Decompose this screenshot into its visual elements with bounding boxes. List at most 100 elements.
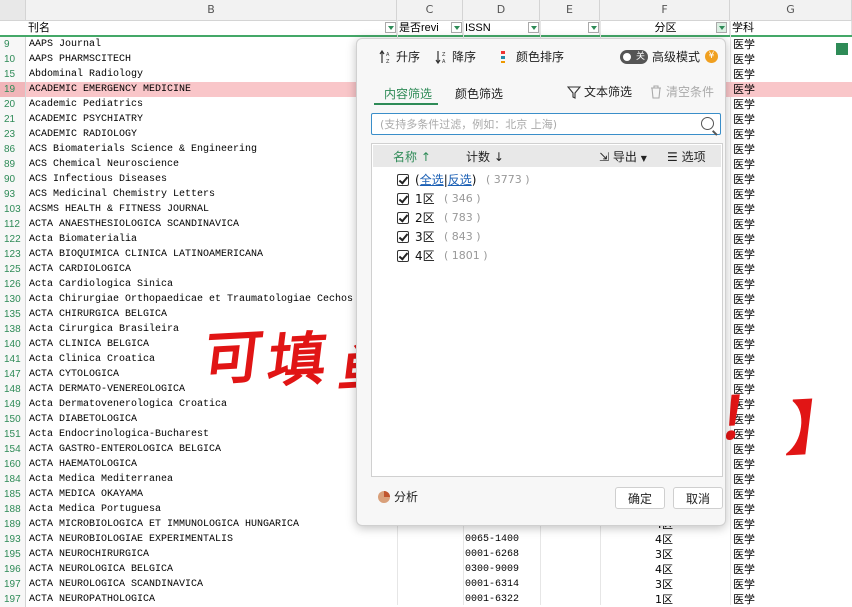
row-number[interactable]: 140: [0, 337, 26, 352]
journal-name-cell[interactable]: Academic Pediatrics: [29, 97, 359, 112]
journal-name-cell[interactable]: ACTA NEUROCHIRURGICA: [29, 547, 359, 562]
subject-cell[interactable]: 医学: [733, 577, 773, 592]
subject-cell[interactable]: 医学: [733, 427, 773, 442]
options-button[interactable]: ☰ 选项: [667, 148, 706, 165]
subject-cell[interactable]: 医学: [733, 442, 773, 457]
row-number[interactable]: 151: [0, 427, 26, 442]
journal-name-cell[interactable]: ACTA DERMATO-VENEREOLOGICA: [29, 382, 359, 397]
zone-cell[interactable]: 3区: [655, 547, 675, 562]
subject-cell[interactable]: 医学: [733, 412, 773, 427]
row-number[interactable]: 184: [0, 472, 26, 487]
row-number[interactable]: 126: [0, 277, 26, 292]
subject-cell[interactable]: 医学: [733, 337, 773, 352]
column-header-c[interactable]: C: [397, 0, 463, 20]
subject-cell[interactable]: 医学: [733, 517, 773, 532]
row-number[interactable]: 112: [0, 217, 26, 232]
subject-cell[interactable]: 医学: [733, 187, 773, 202]
filter-search-input[interactable]: [380, 116, 690, 132]
subject-cell[interactable]: 医学: [733, 472, 773, 487]
journal-name-cell[interactable]: Acta Medica Portuguesa: [29, 502, 359, 517]
row-number[interactable]: 122: [0, 232, 26, 247]
filter-dropdown-e[interactable]: [588, 22, 599, 33]
journal-name-cell[interactable]: Acta Cardiologica Sinica: [29, 277, 359, 292]
subject-cell[interactable]: 医学: [733, 292, 773, 307]
sort-descending-button[interactable]: ZA 降序: [435, 48, 476, 66]
journal-name-cell[interactable]: ACS Chemical Neuroscience: [29, 157, 359, 172]
row-number[interactable]: 160: [0, 457, 26, 472]
checkbox[interactable]: [397, 250, 409, 262]
journal-name-cell[interactable]: AAPS Journal: [29, 37, 359, 52]
row-number[interactable]: 15: [0, 67, 26, 82]
subject-cell[interactable]: 医学: [733, 457, 773, 472]
row-number[interactable]: 195: [0, 547, 26, 562]
row-number[interactable]: 9: [0, 37, 26, 52]
subject-cell[interactable]: 医学: [733, 487, 773, 502]
zone-cell[interactable]: 4区: [655, 532, 675, 547]
color-sort-button[interactable]: 颜色排序: [499, 48, 564, 66]
journal-name-cell[interactable]: ACTA MEDICA OKAYAMA: [29, 487, 359, 502]
journal-name-cell[interactable]: ACSMS HEALTH & FITNESS JOURNAL: [29, 202, 359, 217]
subject-cell[interactable]: 医学: [733, 277, 773, 292]
clear-conditions-button[interactable]: 清空条件: [649, 83, 714, 101]
sort-ascending-button[interactable]: AZ 升序: [379, 48, 420, 66]
row-number[interactable]: 86: [0, 142, 26, 157]
subject-cell[interactable]: 医学: [733, 397, 773, 412]
row-number[interactable]: 103: [0, 202, 26, 217]
advanced-mode-toggle[interactable]: 关: [620, 50, 648, 64]
subject-cell[interactable]: 医学: [733, 352, 773, 367]
journal-name-cell[interactable]: Acta Clinica Croatica: [29, 352, 359, 367]
subject-cell[interactable]: 医学: [733, 217, 773, 232]
journal-name-cell[interactable]: ACTA NEUROLOGICA SCANDINAVICA: [29, 577, 359, 592]
column-header-d[interactable]: D: [463, 0, 540, 20]
journal-name-cell[interactable]: AAPS PHARMSCITECH: [29, 52, 359, 67]
row-number[interactable]: 188: [0, 502, 26, 517]
journal-name-cell[interactable]: ACTA CHIRURGICA BELGICA: [29, 307, 359, 322]
search-icon[interactable]: [701, 117, 714, 130]
subject-cell[interactable]: 医学: [733, 247, 773, 262]
journal-name-cell[interactable]: ACS Biomaterials Science & Engineering: [29, 142, 359, 157]
row-number[interactable]: 147: [0, 367, 26, 382]
checkbox[interactable]: [397, 212, 409, 224]
row-number[interactable]: 130: [0, 292, 26, 307]
row-number[interactable]: 196: [0, 562, 26, 577]
checkbox[interactable]: [397, 174, 409, 186]
subject-cell[interactable]: 医学: [733, 172, 773, 187]
row-number[interactable]: 125: [0, 262, 26, 277]
subject-cell[interactable]: 医学: [733, 142, 773, 157]
ok-button[interactable]: 确定: [615, 487, 665, 509]
subject-cell[interactable]: 医学: [733, 322, 773, 337]
journal-name-cell[interactable]: ACTA NEUROBIOLOGIAE EXPERIMENTALIS: [29, 532, 359, 547]
journal-name-cell[interactable]: ACTA NEUROLOGICA BELGICA: [29, 562, 359, 577]
subject-cell[interactable]: 医学: [733, 562, 773, 577]
subject-cell[interactable]: 医学: [733, 37, 773, 52]
column-header-g[interactable]: G: [730, 0, 852, 20]
subject-cell[interactable]: 医学: [733, 202, 773, 217]
issn-cell[interactable]: 0001-6268: [465, 547, 545, 562]
column-header-e[interactable]: E: [540, 0, 600, 20]
subject-cell[interactable]: 医学: [733, 127, 773, 142]
row-number[interactable]: 90: [0, 172, 26, 187]
journal-name-cell[interactable]: ACADEMIC EMERGENCY MEDICINE: [29, 82, 359, 97]
column-header-b[interactable]: B: [26, 0, 397, 20]
subject-cell[interactable]: 医学: [733, 97, 773, 112]
journal-name-cell[interactable]: Acta Cirurgica Brasileira: [29, 322, 359, 337]
row-number[interactable]: 185: [0, 487, 26, 502]
subject-cell[interactable]: 医学: [733, 367, 773, 382]
filter-dropdown-review[interactable]: [451, 22, 462, 33]
issn-cell[interactable]: 0065-1400: [465, 532, 545, 547]
row-number[interactable]: 135: [0, 307, 26, 322]
journal-name-cell[interactable]: ACS Infectious Diseases: [29, 172, 359, 187]
subject-cell[interactable]: 医学: [733, 502, 773, 517]
journal-name-cell[interactable]: ACTA HAEMATOLOGICA: [29, 457, 359, 472]
subject-cell[interactable]: 医学: [733, 157, 773, 172]
checkbox[interactable]: [397, 193, 409, 205]
journal-name-cell[interactable]: ACTA BIOQUIMICA CLINICA LATINOAMERICANA: [29, 247, 359, 262]
journal-name-cell[interactable]: Acta Endocrinologica-Bucharest: [29, 427, 359, 442]
row-number[interactable]: 193: [0, 532, 26, 547]
journal-name-cell[interactable]: ACTA CARDIOLOGICA: [29, 262, 359, 277]
row-number[interactable]: 149: [0, 397, 26, 412]
subject-cell[interactable]: 医学: [733, 307, 773, 322]
row-number[interactable]: 10: [0, 52, 26, 67]
sort-by-name-button[interactable]: 名称 ↑: [393, 148, 431, 165]
filter-dropdown-zone[interactable]: [716, 22, 727, 33]
